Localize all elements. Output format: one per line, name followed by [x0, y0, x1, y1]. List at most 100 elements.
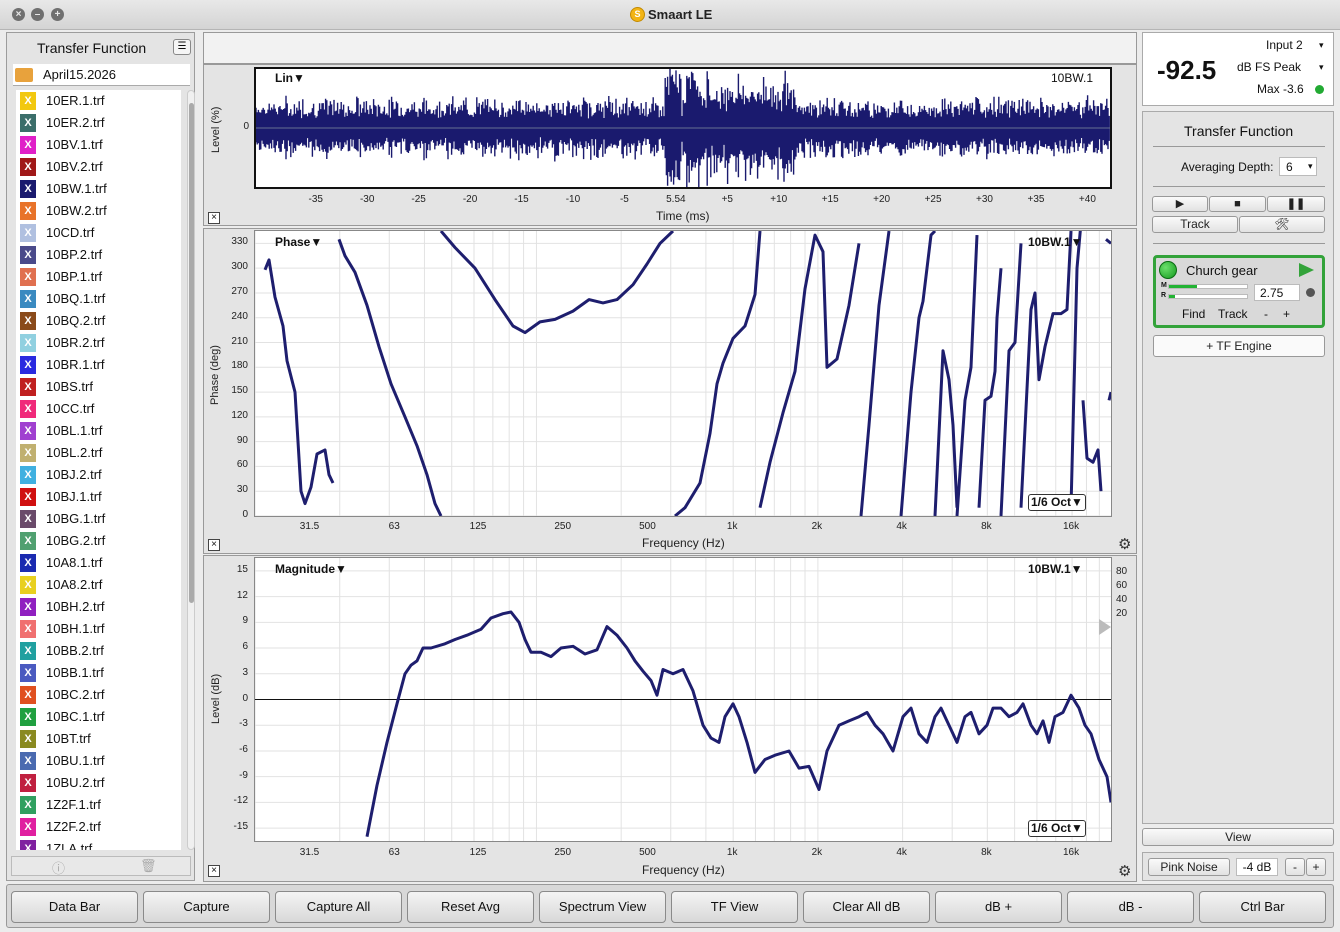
list-item[interactable]: X 10BV.2.trf	[16, 156, 181, 178]
list-item[interactable]: X 10CC.trf	[16, 398, 181, 420]
file-list-scrollbar[interactable]	[187, 90, 195, 850]
chevron-down-icon[interactable]: ▾	[1319, 62, 1324, 73]
close-graph-icon[interactable]: ×	[208, 539, 220, 551]
list-item[interactable]: X 10A8.2.trf	[16, 574, 181, 596]
list-item[interactable]: X 1ZLA.trf	[16, 838, 181, 850]
minimize-window-icon[interactable]: –	[31, 8, 44, 21]
meter-mode-selector[interactable]: dB FS Peak	[1237, 60, 1301, 74]
input-selector[interactable]: Input 2	[1266, 38, 1303, 52]
phase-curve	[899, 231, 937, 516]
toolbar-button[interactable]: Capture	[143, 891, 270, 923]
list-item[interactable]: X 10BG.1.trf	[16, 508, 181, 530]
engine-name[interactable]: Church gear	[1186, 263, 1258, 278]
list-item[interactable]: X 10ER.1.trf	[16, 90, 181, 112]
close-graph-icon[interactable]: ×	[208, 865, 220, 877]
list-item[interactable]: X 10BH.1.trf	[16, 618, 181, 640]
phase-trace-selector[interactable]: 10BW.1▼	[1028, 235, 1083, 249]
list-item[interactable]: X 10BB.2.trf	[16, 640, 181, 662]
list-item[interactable]: X 10BT.trf	[16, 728, 181, 750]
list-item[interactable]: X 10BW.1.trf	[16, 178, 181, 200]
file-icon: X	[20, 532, 36, 550]
trash-icon[interactable]: 🗑	[140, 858, 157, 874]
list-item[interactable]: X 10BW.2.trf	[16, 200, 181, 222]
folder-icon	[15, 68, 33, 82]
chevron-down-icon[interactable]: ▾	[1319, 40, 1324, 51]
view-button[interactable]: View	[1142, 828, 1334, 846]
play-button[interactable]: ▶	[1152, 196, 1208, 212]
pink-noise-button[interactable]: Pink Noise	[1148, 858, 1230, 876]
list-item[interactable]: X 10BG.2.trf	[16, 530, 181, 552]
phase-plot-area[interactable]	[254, 230, 1112, 517]
list-item[interactable]: X 10BR.2.trf	[16, 332, 181, 354]
magnitude-graph-selector[interactable]: Magnitude▼	[275, 562, 347, 576]
toolbar-button[interactable]: Data Bar	[11, 891, 138, 923]
maximize-window-icon[interactable]: +	[51, 8, 64, 21]
noise-level-down-button[interactable]: -	[1285, 858, 1305, 876]
close-window-icon[interactable]: ×	[12, 8, 25, 21]
list-item[interactable]: X 10BH.2.trf	[16, 596, 181, 618]
impulse-plot-area[interactable]	[254, 67, 1112, 189]
list-item[interactable]: X 10ER.2.trf	[16, 112, 181, 134]
list-item[interactable]: X 10BP.2.trf	[16, 244, 181, 266]
list-item[interactable]: X 10BS.trf	[16, 376, 181, 398]
threshold-handle-icon[interactable]	[1099, 619, 1111, 635]
toolbar-button[interactable]: TF View	[671, 891, 798, 923]
list-item[interactable]: X 10BQ.1.trf	[16, 288, 181, 310]
noise-level-field[interactable]: -4 dB	[1236, 858, 1278, 876]
panel-menu-button[interactable]: ☰	[173, 39, 191, 55]
info-icon[interactable]: ⓘ	[52, 858, 65, 877]
tools-icon[interactable]: 🛠	[1239, 216, 1325, 233]
delay-decrement-button[interactable]: -	[1264, 307, 1268, 321]
engine-power-icon[interactable]	[1159, 261, 1177, 279]
toolbar-button[interactable]: Spectrum View	[539, 891, 666, 923]
list-item[interactable]: X 1Z2F.2.trf	[16, 816, 181, 838]
stop-button[interactable]: ■	[1209, 196, 1266, 212]
list-item[interactable]: X 10BC.2.trf	[16, 684, 181, 706]
command-bar: Data Bar Capture Capture All Reset Avg Spect…	[6, 884, 1334, 928]
averaging-depth-select[interactable]: 6 ▾	[1279, 157, 1317, 176]
list-item[interactable]: X 10BL.2.trf	[16, 442, 181, 464]
scrollbar-thumb[interactable]	[189, 103, 194, 603]
file-list[interactable]: X 10ER.1.trf X 10ER.2.trf X 10BV.1.trf X 10BV.2…	[16, 90, 181, 850]
list-item[interactable]: X 10BJ.2.trf	[16, 464, 181, 486]
toolbar-button[interactable]: Ctrl Bar	[1199, 891, 1326, 923]
delay-input[interactable]: 2.75	[1254, 284, 1300, 301]
settings-gear-icon[interactable]: ⚙	[1118, 535, 1131, 553]
list-item[interactable]: X 1Z2F.1.trf	[16, 794, 181, 816]
delay-increment-button[interactable]: +	[1283, 307, 1290, 321]
phase-smoothing-selector[interactable]: 1/6 Oct▼	[1028, 494, 1086, 511]
list-item[interactable]: X 10BR.1.trf	[16, 354, 181, 376]
list-item[interactable]: X 10BV.1.trf	[16, 134, 181, 156]
toolbar-button[interactable]: Capture All	[275, 891, 402, 923]
add-tf-engine-button[interactable]: + TF Engine	[1153, 335, 1325, 357]
close-graph-icon[interactable]: ×	[208, 212, 220, 224]
toolbar-button[interactable]: Reset Avg	[407, 891, 534, 923]
phase-graph-selector[interactable]: Phase▼	[275, 235, 322, 249]
track-button[interactable]: Track	[1152, 216, 1238, 233]
track-delay-button[interactable]: Track	[1218, 307, 1248, 321]
list-item[interactable]: X 10BU.1.trf	[16, 750, 181, 772]
noise-level-up-button[interactable]: +	[1306, 858, 1326, 876]
impulse-scale-selector[interactable]: Lin▼	[275, 71, 305, 85]
settings-gear-icon[interactable]: ⚙	[1118, 862, 1131, 880]
list-item[interactable]: X 10BJ.1.trf	[16, 486, 181, 508]
engine-play-icon[interactable]	[1299, 263, 1314, 277]
magnitude-plot-area[interactable]	[254, 557, 1112, 842]
list-item[interactable]: X 10BB.1.trf	[16, 662, 181, 684]
toolbar-button[interactable]: dB -	[1067, 891, 1194, 923]
list-item[interactable]: X 10BQ.2.trf	[16, 310, 181, 332]
find-button[interactable]: Find	[1182, 307, 1205, 321]
list-item[interactable]: X 10CD.trf	[16, 222, 181, 244]
toolbar-button[interactable]: dB +	[935, 891, 1062, 923]
list-item[interactable]: X 10BL.1.trf	[16, 420, 181, 442]
list-item[interactable]: X 10A8.1.trf	[16, 552, 181, 574]
list-item[interactable]: X 10BC.1.trf	[16, 706, 181, 728]
phase-curve	[977, 268, 1003, 508]
toolbar-button[interactable]: Clear All dB	[803, 891, 930, 923]
pause-button[interactable]: ❚❚	[1267, 196, 1325, 212]
magnitude-smoothing-selector[interactable]: 1/6 Oct▼	[1028, 820, 1086, 837]
session-folder[interactable]: April15.2026	[13, 64, 190, 86]
magnitude-trace-selector[interactable]: 10BW.1▼	[1028, 562, 1083, 576]
list-item[interactable]: X 10BP.1.trf	[16, 266, 181, 288]
list-item[interactable]: X 10BU.2.trf	[16, 772, 181, 794]
